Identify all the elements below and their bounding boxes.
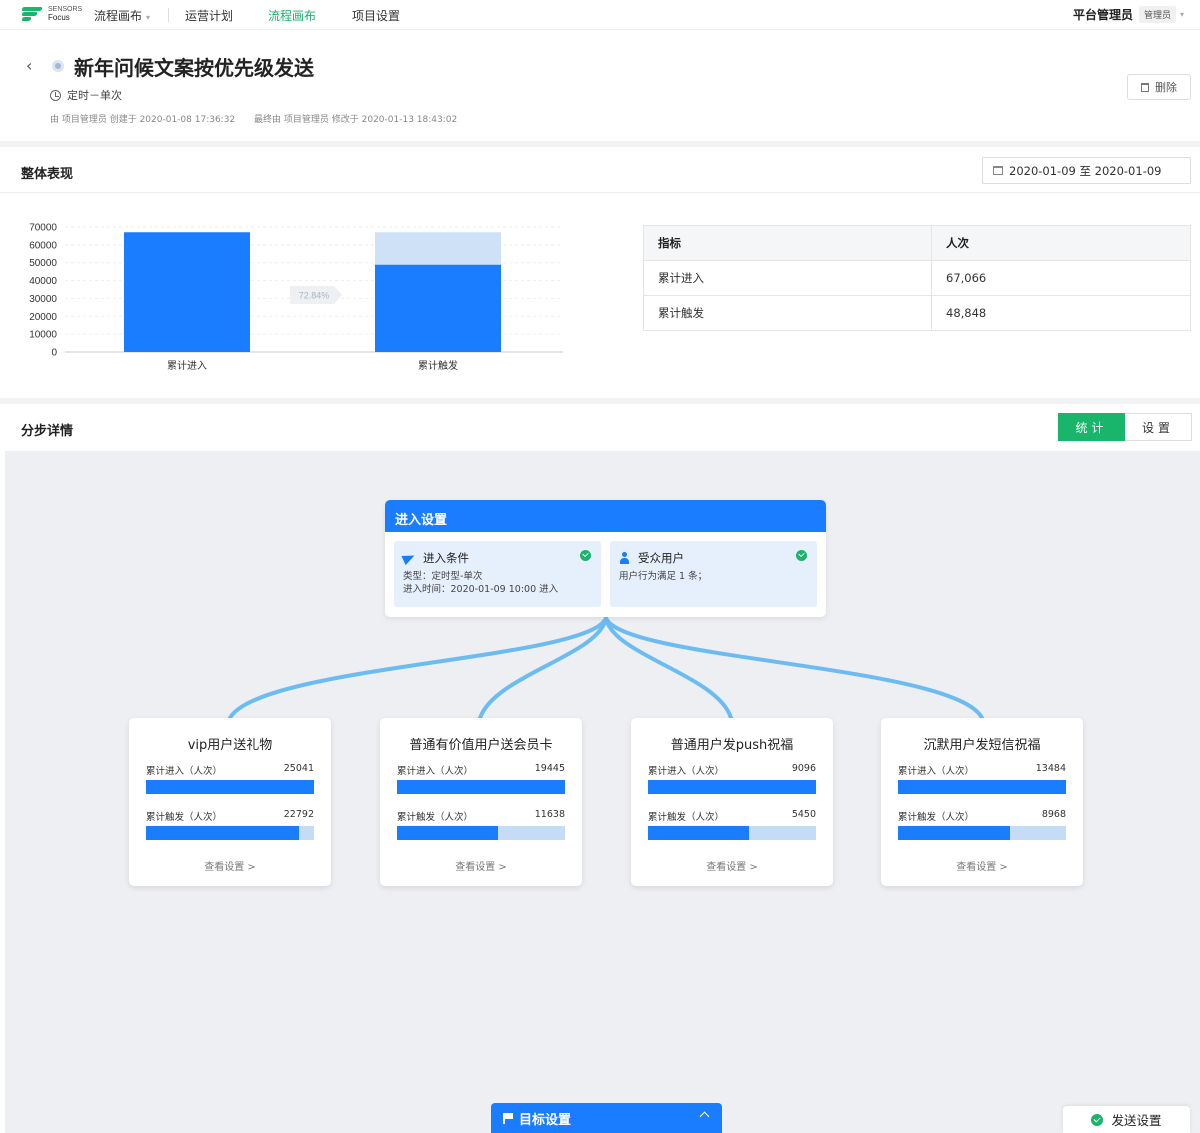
branch-title: 普通有价值用户送会员卡	[409, 738, 553, 753]
audience-panel[interactable]: 受众用户 用户行为满足 1 条；	[610, 541, 817, 607]
entered-bar	[397, 780, 565, 794]
branch-title: 沉默用户发短信祝福	[923, 738, 1041, 753]
goal-settings-bar[interactable]: 目标设置	[491, 1103, 722, 1133]
view-settings-link[interactable]: 查看设置 >	[631, 858, 833, 873]
branch-card[interactable]: 普通有价值用户送会员卡 累计进入（人次） 19445 累计触发（人次） 11638 …	[380, 718, 582, 886]
check-circle-icon	[580, 550, 591, 561]
entry-card-title: 进入设置	[385, 500, 826, 532]
user-icon	[619, 552, 630, 564]
entered-value: 19445	[534, 763, 565, 774]
branch-card[interactable]: vip用户送礼物 累计进入（人次） 25041 累计触发（人次） 22792 查看设…	[129, 718, 331, 886]
triggered-value: 8968	[1041, 809, 1066, 820]
connector-line	[604, 616, 984, 720]
triggered-bar	[648, 826, 816, 840]
view-settings-link[interactable]: 查看设置 >	[129, 858, 331, 873]
triggered-value: 22792	[283, 809, 314, 820]
entered-label: 累计进入（人次）	[146, 766, 223, 777]
triggered-bar-fill	[146, 826, 299, 840]
branch-title: vip用户送礼物	[187, 738, 273, 753]
triggered-label: 累计触发（人次）	[648, 812, 725, 823]
entered-bar-fill	[648, 780, 816, 794]
check-circle-icon	[1091, 1113, 1104, 1126]
triggered-label: 累计触发（人次）	[146, 812, 223, 823]
send-settings-label: 发送设置	[1111, 1113, 1162, 1128]
entered-bar-fill	[397, 780, 565, 794]
view-settings-link[interactable]: 查看设置 >	[881, 858, 1083, 873]
entered-value: 13484	[1035, 763, 1066, 774]
branch-card[interactable]: 普通用户发push祝福 累计进入（人次） 9096 累计触发（人次） 5450 查看…	[631, 718, 833, 886]
check-circle-icon	[796, 550, 807, 561]
triggered-value: 5450	[791, 809, 816, 820]
paper-plane-icon	[401, 550, 417, 566]
flag-icon	[503, 1112, 513, 1124]
chevron-right-icon: >	[498, 862, 507, 873]
view-settings-link[interactable]: 查看设置 >	[380, 858, 582, 873]
entered-label: 累计进入（人次）	[898, 766, 975, 777]
audience-title: 受众用户	[638, 551, 684, 565]
triggered-bar-fill	[898, 826, 1010, 840]
triggered-bar-fill	[397, 826, 498, 840]
connector-line	[228, 616, 608, 720]
entry-settings-card[interactable]: 进入设置 进入条件 类型：定时型-单次 进入时间：2020-01-09 10:0…	[385, 500, 826, 617]
chevron-right-icon: >	[247, 862, 256, 873]
branch-title: 普通用户发push祝福	[670, 738, 794, 753]
triggered-label: 累计触发（人次）	[397, 812, 474, 823]
entered-value: 25041	[283, 763, 314, 774]
entered-value: 9096	[791, 763, 816, 774]
branch-card[interactable]: 沉默用户发短信祝福 累计进入（人次） 13484 累计触发（人次） 8968 查看设…	[881, 718, 1083, 886]
entry-condition-panel[interactable]: 进入条件 类型：定时型-单次 进入时间：2020-01-09 10:00 进入	[394, 541, 601, 607]
audience-rule: 用户行为满足 1 条；	[619, 571, 708, 582]
chevron-right-icon: >	[999, 862, 1008, 873]
triggered-bar	[898, 826, 1066, 840]
entered-bar	[146, 780, 314, 794]
entry-condition-time: 进入时间：2020-01-09 10:00 进入	[403, 584, 559, 595]
triggered-value: 11638	[534, 809, 565, 820]
entered-bar-fill	[898, 780, 1066, 794]
chevron-up-icon	[699, 1111, 710, 1122]
entered-label: 累计进入（人次）	[397, 766, 474, 777]
entered-bar	[648, 780, 816, 794]
entry-condition-title: 进入条件	[423, 551, 469, 565]
triggered-bar-fill	[648, 826, 749, 840]
send-settings-button[interactable]: 发送设置	[1063, 1106, 1190, 1133]
goal-settings-label: 目标设置	[519, 1112, 572, 1128]
entered-bar-fill	[146, 780, 314, 794]
triggered-bar	[397, 826, 565, 840]
triggered-bar	[146, 826, 314, 840]
chevron-right-icon: >	[749, 862, 758, 873]
entered-bar	[898, 780, 1066, 794]
entry-condition-type: 类型：定时型-单次	[403, 571, 483, 582]
triggered-label: 累计触发（人次）	[898, 812, 975, 823]
entered-label: 累计进入（人次）	[648, 766, 725, 777]
